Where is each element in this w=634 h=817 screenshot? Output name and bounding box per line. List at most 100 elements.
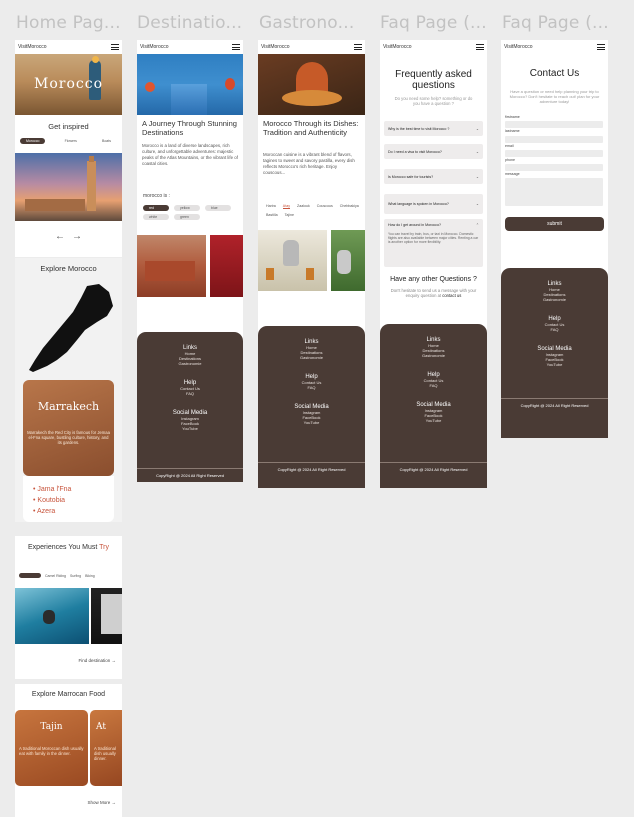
chip-camel[interactable]: Camel Riding <box>45 574 66 578</box>
food-card-tajin[interactable]: Tajin A traditional Moroccan dish usuall… <box>15 710 88 786</box>
destinations-heading: A Journey Through Stunning Destinations <box>142 119 237 137</box>
chip-biking[interactable]: Biking <box>85 574 95 578</box>
contact-heading: Contact Us <box>529 68 580 79</box>
chip-white[interactable]: white <box>143 214 169 220</box>
brand-logo[interactable]: VisitMorocco <box>504 44 533 50</box>
contact-us-link[interactable]: contact us <box>442 293 461 298</box>
faq-question-4[interactable]: What language is spoken in Morocco? ⌄ <box>384 194 483 214</box>
faq-page: VisitMorocco Frequently asked questions … <box>380 40 487 488</box>
list-item[interactable]: • Jama l'Fna <box>33 484 71 495</box>
city-card-marrakech[interactable]: Marrakech Marrakech the Red City is famo… <box>23 380 114 476</box>
footer-copyright: CopyRight @ 2024 All Right Reserved <box>258 462 365 472</box>
navbar: VisitMorocco <box>137 40 243 54</box>
brand-logo[interactable]: VisitMorocco <box>261 44 290 50</box>
city-description: Marrakech the Red City is famous for Jem… <box>27 430 110 445</box>
red-fabric-image <box>210 235 243 297</box>
chip-blue[interactable]: blue <box>205 205 231 211</box>
footer-link-faq[interactable]: FAQ <box>137 391 243 396</box>
tab-couscous[interactable]: Couscous <box>317 204 333 209</box>
footer-link-gastronomie[interactable]: Gastronomie <box>258 355 365 360</box>
navbar: VisitMorocco <box>258 40 365 54</box>
other-questions-title: Have any other Questions ? <box>390 276 477 283</box>
footer-link-faq[interactable]: FAQ <box>258 385 365 390</box>
destinations-body: Morocco is a land of diverse landscapes,… <box>142 143 238 166</box>
city-name: Marrakech <box>37 400 100 413</box>
chevron-up-icon: ⌃ <box>475 223 479 227</box>
firstname-field[interactable] <box>505 121 603 128</box>
faq-subtitle: Do you need some help? something or do y… <box>394 96 473 106</box>
arrow-left-icon[interactable]: ← <box>55 231 65 242</box>
footer-link-faq[interactable]: FAQ <box>501 327 608 332</box>
footer-link-youtube[interactable]: YouTube <box>258 420 365 425</box>
hamburger-menu-icon[interactable] <box>232 44 240 50</box>
tab-bastilla[interactable]: Bastilla <box>266 213 278 217</box>
contact-subtitle: Have a question or need help planning yo… <box>509 89 600 104</box>
destinations-page: VisitMorocco A Journey Through Stunning … <box>137 40 243 482</box>
navbar: VisitMorocco <box>380 40 487 54</box>
hamburger-menu-icon[interactable] <box>111 44 119 50</box>
footer-link-youtube[interactable]: YouTube <box>137 426 243 431</box>
mosque-image <box>15 153 122 221</box>
faq-question-2[interactable]: Do I need a visa to visit Morocco? ⌄ <box>384 144 483 159</box>
submit-button[interactable]: submit <box>505 217 604 231</box>
experiences-section: Experiences You Must Try Camel Riding Su… <box>15 536 122 679</box>
email-field[interactable] <box>505 150 603 157</box>
footer-link-gastronomie[interactable]: Gastronomie <box>501 297 608 302</box>
list-item[interactable]: • Azera <box>33 506 71 517</box>
footer-link-youtube[interactable]: YouTube <box>501 362 608 367</box>
frame-title-faq: Faq Page (... <box>380 13 487 33</box>
hamburger-menu-icon[interactable] <box>476 44 484 50</box>
message-field[interactable] <box>505 178 603 206</box>
hero-title: Morocco <box>34 76 103 92</box>
tab-harira[interactable]: Harira <box>266 204 276 209</box>
chip-green[interactable]: green <box>174 214 200 220</box>
red-city-image <box>137 235 206 297</box>
brand-logo[interactable]: VisitMorocco <box>140 44 169 50</box>
footer: Links Home Destinations Gastronomie Help… <box>501 268 608 438</box>
chip-red[interactable]: red <box>143 205 169 211</box>
contact-page: VisitMorocco Contact Us Have a question … <box>501 40 608 438</box>
chip-surfing[interactable]: Surfing <box>70 574 81 578</box>
explore-morocco-section: Explore Morocco Marrakech Marrakech the … <box>15 258 122 522</box>
arrow-right-icon[interactable]: → <box>72 231 82 242</box>
brand-logo[interactable]: VisitMorocco <box>383 44 412 50</box>
faq-question-1[interactable]: Why is the best time to visit Morocco ? ⌄ <box>384 121 483 136</box>
label-message: message <box>505 172 520 176</box>
footer-copyright: CopyRight @ 2024 All Right Reserved <box>501 398 608 408</box>
frame-title-gastronomy: Gastrono... <box>259 13 355 33</box>
footer: Links Home Destinations Gastronomie Help… <box>380 324 487 488</box>
tab-tajine[interactable]: Tajine <box>285 213 294 217</box>
surf-image <box>15 588 89 644</box>
other-questions-text: Don't hesitate to send us a message with… <box>390 288 477 298</box>
footer-link-gastronomie[interactable]: Gastronomie <box>380 353 487 358</box>
hamburger-menu-icon[interactable] <box>597 44 605 50</box>
footer-link-youtube[interactable]: YouTube <box>380 418 487 423</box>
footer-link-faq[interactable]: FAQ <box>380 383 487 388</box>
chevron-down-icon: ⌄ <box>475 202 479 206</box>
list-item[interactable]: • Koutobia <box>33 495 71 506</box>
chip-yellow[interactable]: yellow <box>174 205 200 211</box>
phone-field[interactable] <box>505 164 603 171</box>
food-card-next[interactable]: At A traditional dish usually dinner. <box>90 710 122 786</box>
brand-logo[interactable]: VisitMorocco <box>18 44 47 50</box>
footer-link-gastronomie[interactable]: Gastronomie <box>137 361 243 366</box>
lastname-field[interactable] <box>505 136 603 143</box>
faq-question-3[interactable]: Is Morocco safe for tourists? ⌄ <box>384 169 483 184</box>
morocco-is-label: morocco is : <box>143 193 170 199</box>
home-top-card: VisitMorocco Morocco Get inspired Morocc… <box>15 40 122 257</box>
label-firstname: firstname <box>505 115 520 119</box>
gastronomy-heading: Morocco Through its Dishes: Tradition an… <box>263 119 359 137</box>
chip-boats[interactable]: Boats <box>96 138 117 144</box>
frame-title-home: Home Pag... <box>16 13 121 33</box>
tab-zaalouk[interactable]: Zaalouk <box>297 204 310 209</box>
tab-chebbakiya[interactable]: Chebbakiya <box>340 204 359 209</box>
tab-atay[interactable]: Atay <box>282 204 290 209</box>
chip-morocco[interactable]: Morocco <box>20 138 46 144</box>
chip-all[interactable] <box>19 573 41 578</box>
chip-flowers[interactable]: Flowers <box>58 138 83 144</box>
show-more-link[interactable]: Show More → <box>87 800 116 805</box>
food-description-2: A traditional dish usually dinner. <box>94 746 116 761</box>
find-destination-link[interactable]: Find destination → <box>78 658 116 663</box>
hamburger-menu-icon[interactable] <box>354 44 362 50</box>
faq-question-5-expanded[interactable]: How do I get around in Morocco? ⌃ You can… <box>384 219 483 267</box>
